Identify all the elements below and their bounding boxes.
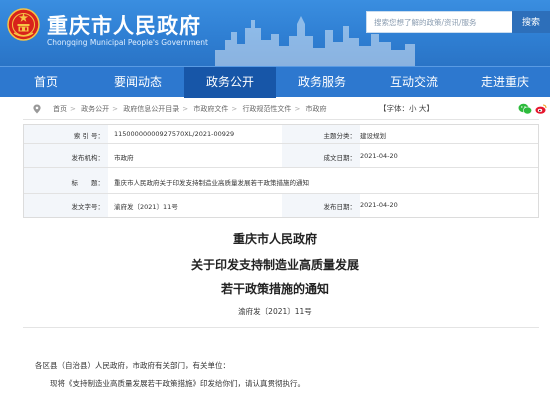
document-paragraph: 现将《支持制造业高质量发展若干政策措施》印发给你们，请认真贯彻执行。 <box>50 379 305 388</box>
nav-item-news[interactable]: 要闻动态 <box>92 67 184 98</box>
document-addressee: 各区县（自治县）人民政府，市政府有关部门，有关单位： <box>35 361 230 370</box>
divider <box>23 327 539 328</box>
breadcrumb-item-gov-affairs[interactable]: 政务公开 <box>81 105 109 113</box>
meta-row: 索 引 号： 11500000000927570XL/2021-00929 主题… <box>24 125 538 144</box>
created-date-label: 成文日期： <box>323 154 357 162</box>
weibo-share-icon[interactable] <box>535 103 547 115</box>
doc-number-label: 发文字号： <box>71 203 105 211</box>
index-value: 11500000000927570XL/2021-00929 <box>114 130 235 138</box>
breadcrumb: 首页 > 政务公开 > 政府信息公开目录 > 市政府文件 > 行政规范性文件 > 市政府 … <box>23 99 547 120</box>
font-size-toggle[interactable]: 【字体：小 大】 <box>379 99 434 119</box>
site-subtitle: Chongqing Municipal People's Government <box>47 38 208 47</box>
header-banner: 重庆市人民政府 Chongqing Municipal People's Gov… <box>0 0 550 66</box>
meta-row: 发文字号： 渝府发〔2021〕11号 发布日期： 2021-04-20 <box>24 194 538 217</box>
wechat-share-icon[interactable] <box>518 103 532 115</box>
issuer-label: 发布机构： <box>71 154 105 162</box>
site-title[interactable]: 重庆市人民政府 <box>47 10 201 40</box>
index-label: 索 引 号： <box>73 132 104 140</box>
breadcrumb-separator: > <box>231 105 238 113</box>
title-value: 重庆市人民政府关于印发支持制造业高质量发展若干政策措施的通知 <box>114 179 309 187</box>
published-date-label: 发布日期： <box>323 203 357 211</box>
breadcrumb-separator: > <box>112 105 118 113</box>
search-input[interactable] <box>366 11 512 33</box>
breadcrumb-item-home[interactable]: 首页 <box>53 105 67 113</box>
breadcrumb-separator: > <box>70 105 76 113</box>
national-emblem-icon <box>7 8 40 41</box>
breadcrumb-item-city-docs[interactable]: 市政府文件 <box>193 105 228 113</box>
topic-value: 建设规划 <box>360 132 386 140</box>
search-button[interactable]: 搜索 <box>512 11 550 33</box>
published-date-value: 2021-04-20 <box>360 201 398 209</box>
nav-item-home[interactable]: 首页 <box>0 67 92 98</box>
breadcrumb-item-normative-docs[interactable]: 行政规范性文件 <box>242 105 291 113</box>
meta-row: 发布机构： 市政府 成文日期： 2021-04-20 <box>24 144 538 168</box>
document-metadata-table: 索 引 号： 11500000000927570XL/2021-00929 主题… <box>23 124 539 218</box>
meta-row: 标 题： 重庆市人民政府关于印发支持制造业高质量发展若干政策措施的通知 <box>24 168 538 194</box>
doc-number-value: 渝府发〔2021〕11号 <box>114 203 178 211</box>
nav-item-gov-affairs[interactable]: 政务公开 <box>184 67 276 98</box>
breadcrumb-item-catalog[interactable]: 政府信息公开目录 <box>123 105 179 113</box>
nav-item-interaction[interactable]: 互动交流 <box>368 67 460 98</box>
title-label: 标 题： <box>71 179 105 187</box>
document-issuer-heading: 重庆市人民政府 <box>232 232 317 246</box>
breadcrumb-trail: 首页 > 政务公开 > 政府信息公开目录 > 市政府文件 > 行政规范性文件 > 市政府 <box>53 99 330 119</box>
issuer-value: 市政府 <box>114 154 134 162</box>
nav-item-about-chongqing[interactable]: 走进重庆 <box>460 67 550 98</box>
main-nav: 首页 要闻动态 政务公开 政务服务 互动交流 走进重庆 <box>0 66 550 98</box>
document-title-line-1: 关于印发支持制造业高质量发展 <box>190 258 359 272</box>
document-number: 渝府发〔2021〕11号 <box>238 307 312 316</box>
topic-label: 主题分类： <box>323 132 357 140</box>
breadcrumb-separator: > <box>294 105 301 113</box>
location-pin-icon <box>33 104 41 114</box>
breadcrumb-item-city-gov[interactable]: 市政府 <box>306 105 327 113</box>
created-date-value: 2021-04-20 <box>360 152 398 160</box>
document-title-line-2: 若干政策措施的通知 <box>220 282 329 296</box>
nav-item-services[interactable]: 政务服务 <box>276 67 368 98</box>
breadcrumb-separator: > <box>182 105 189 113</box>
